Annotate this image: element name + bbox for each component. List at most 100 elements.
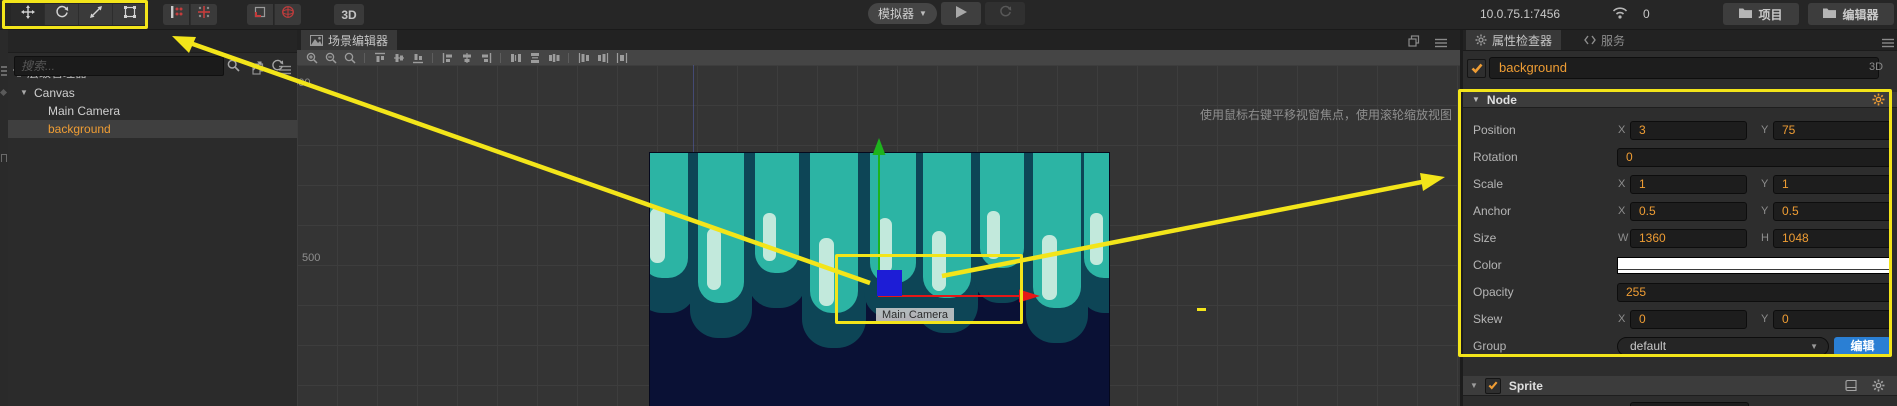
position-x-input[interactable]: 3 [1630, 121, 1747, 140]
node-section-header[interactable]: ▼ Node [1463, 92, 1897, 108]
expand-arrow-icon[interactable]: ▼ [20, 84, 28, 102]
opacity-input[interactable]: 255 [1617, 283, 1891, 302]
property-label: Position [1473, 123, 1516, 137]
rotation-input[interactable]: 0 [1617, 148, 1891, 167]
tab-services[interactable]: 服务 [1575, 30, 1634, 50]
coordinate-mode-button[interactable] [190, 4, 217, 25]
distribute-span-icon[interactable] [615, 51, 628, 64]
pin-icon[interactable] [1, 154, 7, 162]
refresh-icon[interactable] [271, 59, 284, 77]
open-editor-button[interactable]: 编辑器 [1808, 3, 1894, 25]
axis-label-x: X [1618, 205, 1626, 217]
tab-properties[interactable]: 属性检查器 [1466, 30, 1562, 50]
scale-tool-button[interactable] [79, 4, 113, 25]
sphere-gizmo-button[interactable] [274, 4, 301, 25]
camera-gizmo-label[interactable]: Main Camera [876, 308, 955, 323]
distribute-right-icon[interactable] [596, 51, 609, 64]
gear-icon[interactable] [1872, 379, 1885, 395]
gear-icon[interactable] [1872, 93, 1885, 109]
ruler-label: 1,000 [297, 77, 311, 89]
sprite-enabled-checkbox[interactable] [1484, 377, 1501, 394]
simulator-dropdown[interactable]: 模拟器 ▼ [868, 3, 937, 24]
search-input[interactable] [14, 56, 224, 76]
tree-item-main-camera[interactable]: Main Camera [8, 102, 297, 120]
mode-3d-label: 3D [341, 7, 357, 22]
align-top-icon[interactable] [373, 51, 386, 64]
align-vcenter-icon[interactable] [392, 51, 405, 64]
anchor-x-input[interactable]: 0.5 [1630, 202, 1747, 221]
tab-scene-editor[interactable]: 场景编辑器 [301, 30, 398, 50]
property-row-rotation: Rotation 0 [1463, 144, 1897, 171]
position-y-input[interactable]: 75 [1773, 121, 1891, 140]
tree-item-label: Canvas [34, 86, 75, 100]
zoom-reset-icon[interactable] [343, 51, 356, 64]
node-active-checkbox[interactable] [1467, 59, 1486, 78]
distribute-left-icon[interactable] [577, 51, 590, 64]
properties-tab-label: 属性检查器 [1492, 33, 1553, 48]
anchor-mode-button[interactable] [163, 4, 189, 25]
annotation-dash [1197, 308, 1206, 311]
axis-label-w: W [1618, 232, 1629, 244]
simulator-label: 模拟器 [878, 7, 915, 21]
reload-button[interactable] [985, 2, 1025, 25]
mode-3d-button[interactable]: 3D [334, 4, 364, 25]
skew-y-input[interactable]: 0 [1773, 310, 1891, 329]
anchor-y-input[interactable]: 0.5 [1773, 202, 1891, 221]
image-icon [310, 34, 323, 46]
zoom-out-icon[interactable] [324, 51, 337, 64]
property-row-size: Size W 1360 H 1048 [1463, 225, 1897, 252]
tree-item-label: Main Camera [48, 104, 121, 118]
size-height-input[interactable]: 1048 [1773, 229, 1891, 248]
property-label: Opacity [1473, 285, 1514, 299]
rect-gizmo-icon [253, 5, 267, 24]
services-icon [1584, 35, 1596, 45]
align-bottom-icon[interactable] [411, 51, 424, 64]
distribute-horizontal-icon[interactable] [509, 51, 522, 64]
scene-viewport[interactable]: 1,000 500 使用鼠标右键平移视窗焦点，使用滚轮缩放视图 [297, 65, 1460, 406]
open-project-button[interactable]: 项目 [1723, 3, 1799, 25]
anchor-mode-icon [169, 5, 184, 24]
property-row-opacity: Opacity 255 [1463, 279, 1897, 306]
group-dropdown[interactable]: default ▼ [1617, 337, 1829, 356]
collapsed-tab-icon[interactable] [0, 88, 8, 97]
search-icon[interactable] [227, 59, 240, 77]
node-name-field[interactable]: background [1489, 57, 1879, 79]
align-right-icon[interactable] [479, 51, 492, 64]
collapse-arrow-icon[interactable]: ▼ [1472, 95, 1480, 104]
rect-transform-tool-button[interactable] [113, 4, 146, 25]
locate-node-icon[interactable] [251, 59, 263, 77]
align-left-icon[interactable] [441, 51, 454, 64]
node-section-title: Node [1486, 92, 1517, 107]
property-label: Anchor [1473, 204, 1512, 218]
scale-y-input[interactable]: 1 [1773, 175, 1891, 194]
rect-gizmo-button[interactable] [247, 4, 273, 25]
property-row-skew: Skew X 0 Y 0 [1463, 306, 1897, 333]
play-button[interactable] [941, 2, 981, 25]
panel-menu-icon[interactable] [1882, 35, 1894, 53]
color-swatch[interactable] [1617, 257, 1891, 274]
scale-x-input[interactable]: 1 [1630, 175, 1747, 194]
rotate-tool-button[interactable] [45, 4, 79, 25]
tree-item-background[interactable]: background [8, 120, 297, 138]
toolbar-separator [500, 52, 501, 63]
docs-icon[interactable] [1845, 379, 1857, 394]
size-width-input[interactable]: 1360 [1630, 229, 1747, 248]
zoom-in-icon[interactable] [305, 51, 318, 64]
tree-item-canvas[interactable]: ▼ Canvas [8, 84, 297, 102]
skew-x-input[interactable]: 0 [1630, 310, 1747, 329]
dock-handle-icon[interactable] [1, 66, 7, 68]
toolbar-separator [432, 52, 433, 63]
chevron-down-icon: ▼ [1810, 342, 1818, 351]
move-tool-button[interactable] [11, 4, 45, 25]
collapse-arrow-icon[interactable]: ▼ [1470, 381, 1478, 390]
ruler-label: 500 [302, 252, 321, 264]
align-hcenter-icon[interactable] [460, 51, 473, 64]
inspector-panel: 属性检查器 服务 background 3D ▼ Node Position X… [1463, 30, 1897, 406]
sprite-section-header[interactable]: ▼ Sprite [1463, 376, 1897, 396]
axis-label-x: X [1618, 313, 1626, 325]
distribute-vertical-icon[interactable] [528, 51, 541, 64]
distribute-center-icon[interactable] [547, 51, 560, 64]
scene-editor-panel: 场景编辑器 00 500 使用鼠标右键平移视窗焦点，使用滚轮缩放视图 [297, 30, 1468, 406]
scene-tab-label: 场景编辑器 [328, 33, 389, 48]
group-edit-button[interactable]: 编辑 [1834, 337, 1891, 356]
